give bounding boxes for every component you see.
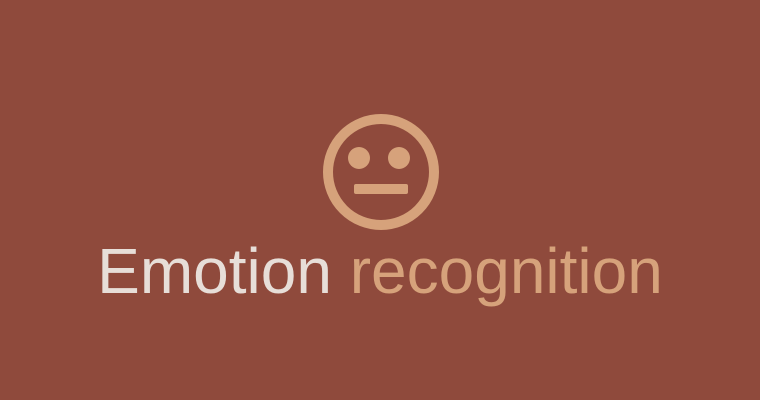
- banner: Emotion recognition: [0, 0, 760, 400]
- headline-word-emotion: Emotion: [97, 235, 332, 307]
- headline: Emotion recognition: [0, 238, 760, 304]
- left-eye: [348, 147, 370, 169]
- headline-word-recognition: recognition: [349, 235, 663, 307]
- face-outline: [323, 114, 439, 230]
- neutral-face-icon: [323, 114, 439, 230]
- right-eye: [388, 147, 410, 169]
- mouth-line: [354, 184, 408, 194]
